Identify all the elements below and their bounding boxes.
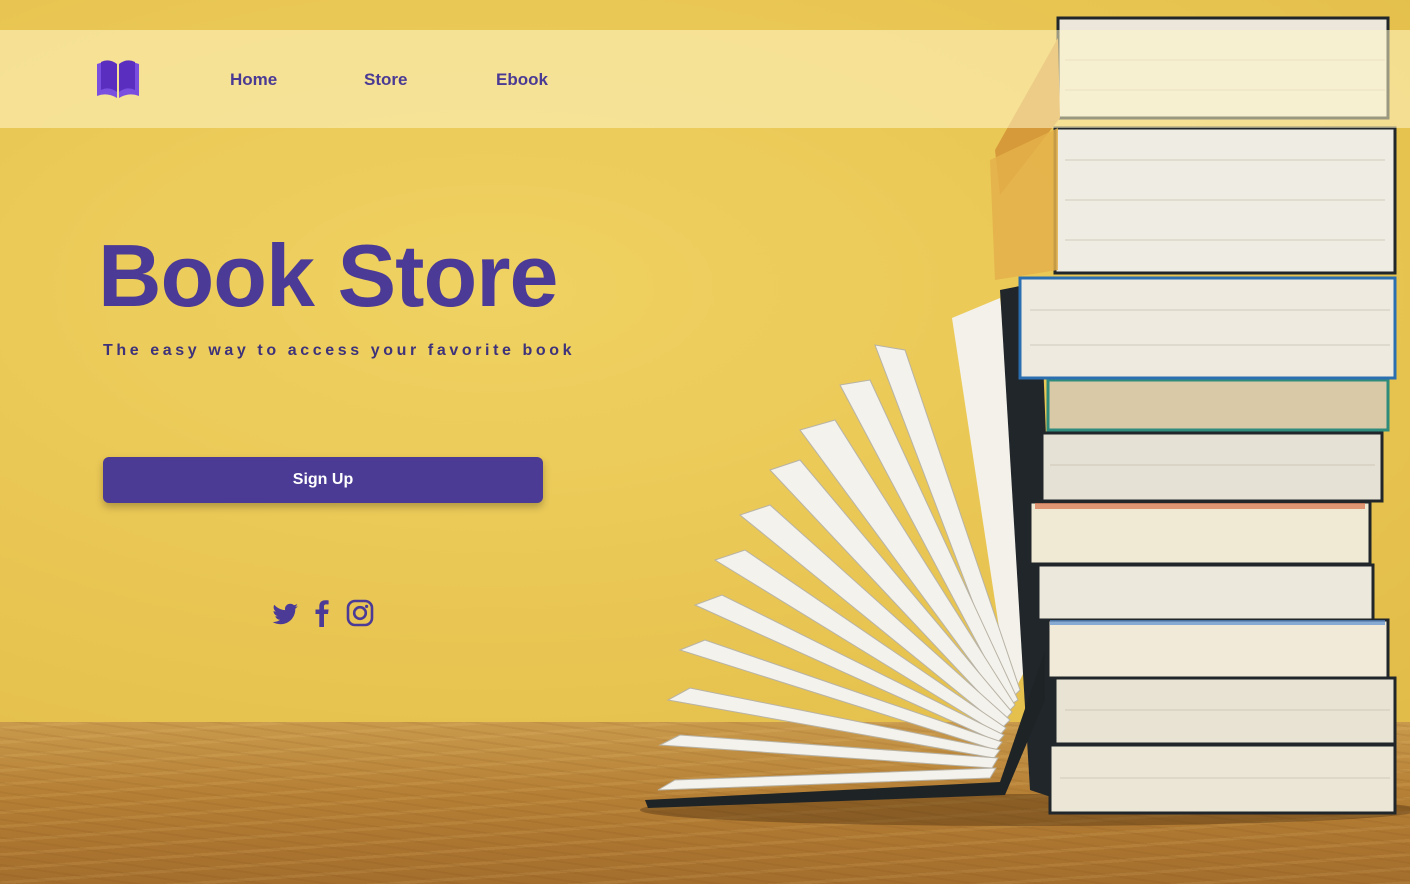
facebook-icon[interactable] — [307, 597, 337, 629]
hero-title: Book Store — [98, 226, 558, 325]
hero-subtitle: The easy way to access your favorite boo… — [103, 342, 576, 359]
nav-home-link[interactable]: Home — [230, 70, 277, 90]
twitter-icon[interactable] — [271, 597, 301, 629]
sign-up-button[interactable]: Sign Up — [103, 457, 543, 503]
instagram-icon[interactable] — [345, 597, 375, 629]
nav-store-link[interactable]: Store — [364, 70, 407, 90]
open-book-icon[interactable] — [95, 58, 141, 100]
book-stack-image — [640, 16, 1410, 826]
nav-ebook-link[interactable]: Ebook — [496, 70, 548, 90]
top-navigation-bar — [0, 30, 1410, 128]
